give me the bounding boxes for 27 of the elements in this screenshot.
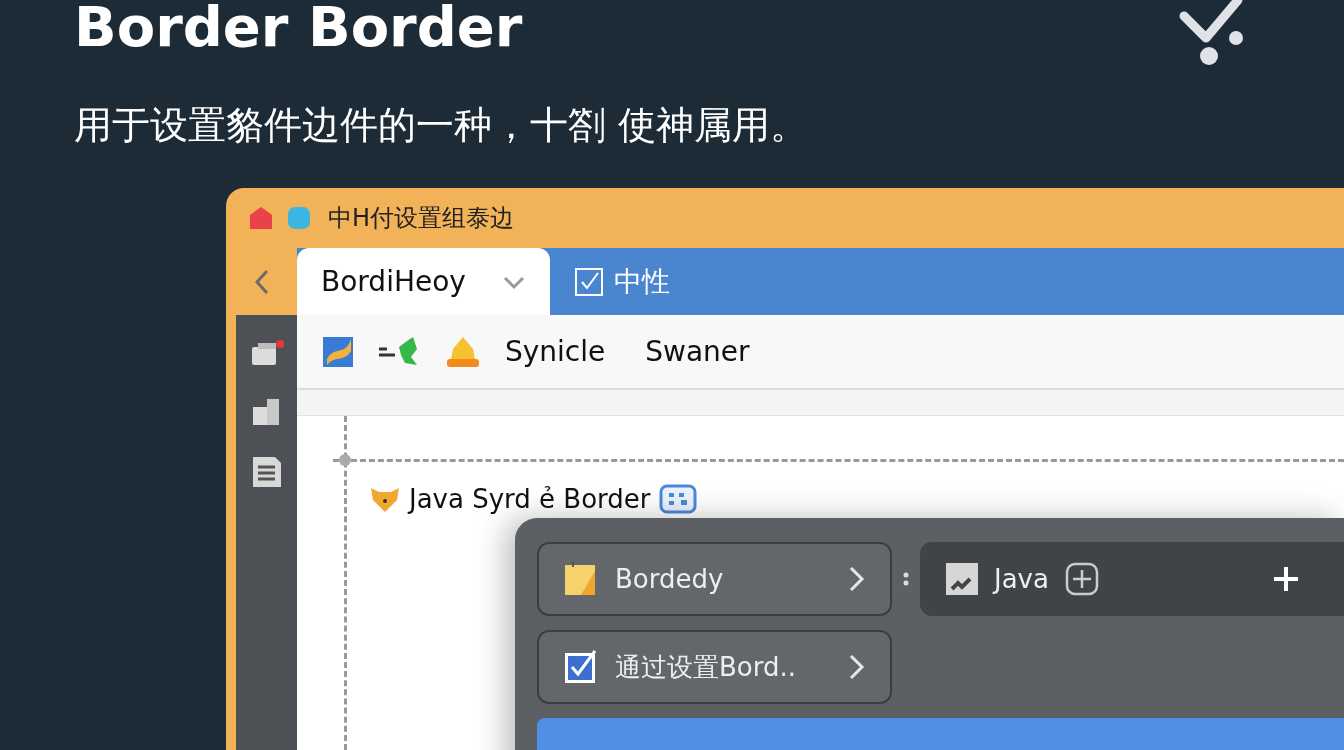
document-icon[interactable]: [250, 455, 283, 489]
page-subtitle: 用于设置貉件边件的一种，十劄 使神属用。: [74, 102, 809, 149]
back-chevron-icon[interactable]: [254, 268, 269, 295]
toolbar-item[interactable]: Synicle: [505, 335, 606, 368]
add-icon[interactable]: [1064, 562, 1099, 596]
menu-item[interactable]: Bordedy: [537, 542, 892, 616]
picture-icon[interactable]: [321, 334, 355, 369]
chevron-right-icon: [848, 565, 866, 593]
note-icon: [563, 561, 597, 597]
tab[interactable]: 中性: [550, 248, 694, 315]
window-title: 中H付设置组泰边: [328, 203, 515, 234]
grid-dots-icon[interactable]: [658, 484, 697, 514]
menu-item[interactable]: 通过设置Bord..: [537, 630, 892, 704]
chevron-right-icon: [848, 653, 866, 681]
tray-icon[interactable]: [249, 339, 284, 367]
guide-handle[interactable]: [339, 454, 351, 466]
plus-icon[interactable]: [1272, 565, 1300, 593]
input-field[interactable]: Java: [920, 542, 1344, 616]
checkbox-icon: [563, 649, 597, 685]
tab[interactable]: BordiHeoy: [297, 248, 550, 315]
canvas-label: Java Syrd ẻ Border: [409, 484, 651, 514]
toolbar-item[interactable]: Swaner: [645, 335, 750, 368]
image-icon: [946, 563, 978, 595]
house-icon[interactable]: [248, 205, 274, 231]
checkbox-icon: [574, 266, 604, 297]
page-title: Border Border: [74, 0, 524, 60]
colon-icon: [903, 571, 909, 587]
